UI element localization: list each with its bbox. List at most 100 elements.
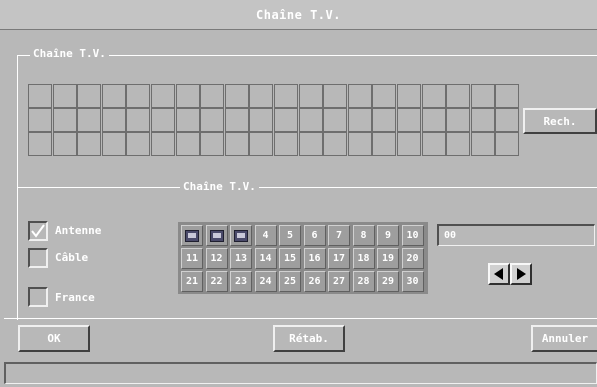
channel-slot[interactable] — [446, 84, 471, 108]
channel-number-button[interactable]: 23 — [230, 271, 252, 292]
channel-number-button[interactable]: 27 — [328, 271, 350, 292]
channel-number-button[interactable]: 6 — [303, 225, 326, 246]
channel-number-button[interactable]: 9 — [377, 225, 399, 246]
channel-number-button[interactable]: 11 — [181, 248, 203, 269]
tv-channel-icon[interactable] — [230, 225, 252, 246]
channel-slot[interactable] — [200, 108, 225, 132]
channel-slot[interactable] — [372, 84, 397, 108]
channel-slot[interactable] — [347, 132, 372, 156]
channel-slot[interactable] — [28, 132, 52, 156]
channel-slot[interactable] — [470, 84, 495, 108]
channel-slot[interactable] — [298, 108, 323, 132]
channel-slot[interactable] — [495, 84, 520, 108]
channel-slot[interactable] — [126, 108, 151, 132]
channel-slot[interactable] — [224, 132, 249, 156]
channel-slot[interactable] — [249, 108, 274, 132]
channel-slot[interactable] — [175, 132, 200, 156]
channel-slot[interactable] — [175, 108, 200, 132]
channel-slot[interactable] — [372, 132, 397, 156]
channel-number-button[interactable]: 29 — [377, 271, 399, 292]
channel-slot[interactable] — [372, 108, 397, 132]
channel-number-button[interactable]: 14 — [254, 248, 277, 269]
channel-slot[interactable] — [28, 84, 52, 108]
channel-number-button[interactable]: 7 — [328, 225, 350, 246]
channel-slot[interactable] — [274, 108, 298, 132]
channel-number-button[interactable]: 21 — [181, 271, 203, 292]
channel-slot[interactable] — [249, 84, 274, 108]
search-button[interactable]: Rech. — [523, 108, 597, 134]
channel-slot[interactable] — [298, 132, 323, 156]
channel-slot[interactable] — [446, 108, 471, 132]
channel-slot[interactable] — [200, 132, 225, 156]
next-channel-button[interactable] — [510, 263, 532, 285]
channel-slot[interactable] — [470, 108, 495, 132]
channel-slot[interactable] — [126, 84, 151, 108]
reset-button[interactable]: Rétab. — [273, 325, 345, 352]
channel-slot[interactable] — [126, 132, 151, 156]
channel-slot[interactable] — [421, 132, 446, 156]
channel-number-button[interactable]: 17 — [328, 248, 350, 269]
channel-slot[interactable] — [323, 84, 348, 108]
channel-number-button[interactable]: 20 — [401, 248, 424, 269]
channel-number-button[interactable]: 4 — [254, 225, 277, 246]
channel-slot[interactable] — [101, 84, 126, 108]
channel-slot[interactable] — [101, 132, 126, 156]
channel-slot[interactable] — [274, 132, 298, 156]
channel-slot[interactable] — [397, 84, 421, 108]
channel-slot[interactable] — [151, 84, 175, 108]
channel-slot[interactable] — [200, 84, 225, 108]
channel-slot[interactable] — [77, 132, 102, 156]
channel-slot[interactable] — [397, 132, 421, 156]
channel-slot[interactable] — [298, 84, 323, 108]
channel-number-button[interactable]: 24 — [254, 271, 277, 292]
channel-slot[interactable] — [175, 84, 200, 108]
channel-slot[interactable] — [421, 108, 446, 132]
channel-slot[interactable] — [347, 84, 372, 108]
channel-number-button[interactable]: 25 — [279, 271, 301, 292]
tv-channel-icon[interactable] — [181, 225, 203, 246]
channel-number-button[interactable]: 15 — [279, 248, 301, 269]
channel-slot[interactable] — [151, 108, 175, 132]
channel-slot[interactable] — [52, 84, 77, 108]
channel-slot[interactable] — [470, 132, 495, 156]
antenne-checkbox[interactable] — [28, 221, 48, 241]
channel-slot[interactable] — [421, 84, 446, 108]
channel-slot[interactable] — [495, 108, 520, 132]
channel-slot[interactable] — [151, 132, 175, 156]
channel-slot[interactable] — [274, 84, 298, 108]
channel-number-button[interactable]: 22 — [205, 271, 228, 292]
channel-number-button[interactable]: 16 — [303, 248, 326, 269]
channel-number-button[interactable]: 28 — [352, 271, 375, 292]
channel-number-button[interactable]: 19 — [377, 248, 399, 269]
channel-slot[interactable] — [323, 132, 348, 156]
channel-slot[interactable] — [77, 84, 102, 108]
channel-slot[interactable] — [224, 84, 249, 108]
previous-channel-button[interactable] — [488, 263, 510, 285]
ok-button[interactable]: OK — [18, 325, 90, 352]
channel-number-button[interactable]: 10 — [401, 225, 424, 246]
channel-slot[interactable] — [397, 108, 421, 132]
channel-slot[interactable] — [101, 108, 126, 132]
channel-number-button[interactable]: 30 — [401, 271, 424, 292]
channel-number-button[interactable]: 8 — [352, 225, 375, 246]
channel-slot[interactable] — [224, 108, 249, 132]
channel-number-field[interactable]: 00 — [437, 224, 595, 246]
cancel-button[interactable]: Annuler — [531, 325, 597, 352]
channel-number-button[interactable]: 18 — [352, 248, 375, 269]
channel-slot[interactable] — [77, 108, 102, 132]
channel-slot[interactable] — [347, 108, 372, 132]
channel-slot[interactable] — [495, 132, 520, 156]
channel-number-button[interactable]: 5 — [279, 225, 301, 246]
channel-number-button[interactable]: 12 — [205, 248, 228, 269]
tv-channel-icon[interactable] — [205, 225, 228, 246]
channel-number-button[interactable]: 13 — [230, 248, 252, 269]
channel-slot[interactable] — [52, 132, 77, 156]
channel-slot[interactable] — [446, 132, 471, 156]
france-checkbox[interactable] — [28, 287, 48, 307]
channel-slot[interactable] — [249, 132, 274, 156]
channel-slot[interactable] — [323, 108, 348, 132]
cable-checkbox[interactable] — [28, 248, 48, 268]
channel-slot[interactable] — [52, 108, 77, 132]
channel-number-button[interactable]: 26 — [303, 271, 326, 292]
channel-slot[interactable] — [28, 108, 52, 132]
